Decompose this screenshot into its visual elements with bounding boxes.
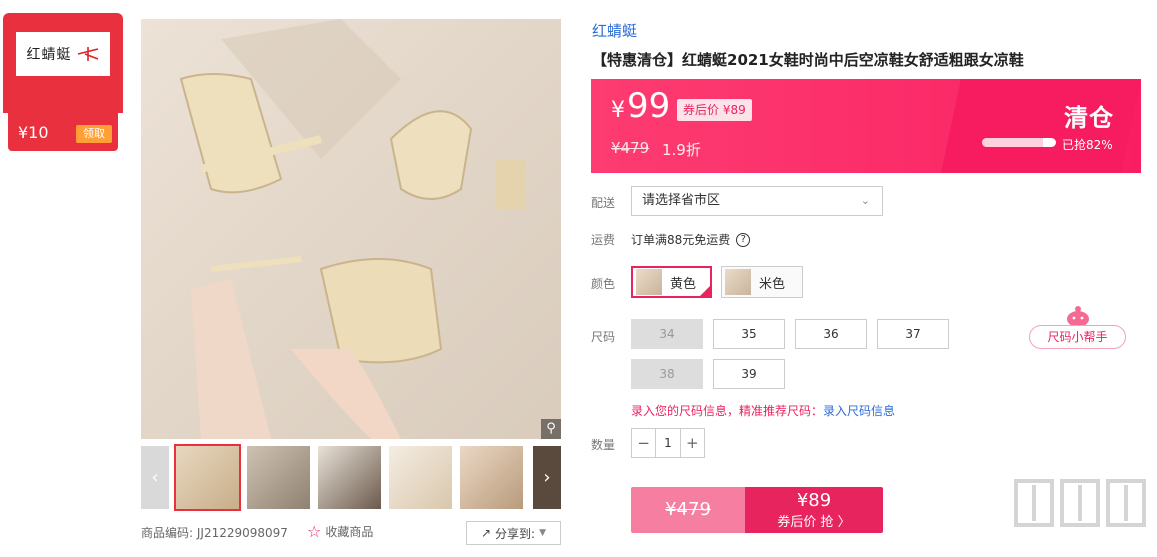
product-code-label: 商品编码: <box>141 526 194 540</box>
color-swatch <box>636 269 662 295</box>
thumbnail-item[interactable] <box>460 446 523 509</box>
plus-button[interactable]: + <box>681 429 704 457</box>
product-code-value: JJ21229098097 <box>196 526 288 540</box>
sold-percent-text: 已抢82% <box>1062 138 1113 152</box>
clearance-label: 清仓 <box>1064 104 1114 132</box>
product-title: 【特惠清仓】红蜻蜓2021女鞋时尚中后空凉鞋女舒适粗跟女凉鞋 <box>592 51 1024 69</box>
color-option-label: 米色 <box>759 276 786 292</box>
sold-progress-bar <box>982 138 1056 147</box>
share-icon: ↗ <box>480 526 492 540</box>
discount-rate: 1.9折 <box>662 141 701 159</box>
chevron-right-icon[interactable]: › <box>533 446 561 509</box>
magnifier-icon[interactable]: ⚲ <box>541 419 561 439</box>
after-coupon-tag: 券后价 ¥89 <box>677 99 752 121</box>
buy-action-label: 券后价 抢 〉 <box>777 515 851 530</box>
current-price-value: 99 <box>627 86 671 126</box>
current-price: ¥ 99 <box>611 86 670 126</box>
star-icon: ☆ <box>307 522 322 541</box>
coupon-badge: 红蜻蜓 ¥10 领取 <box>3 13 123 151</box>
color-option-beige[interactable]: 米色 <box>721 266 803 298</box>
size-option-36[interactable]: 36 <box>795 319 867 349</box>
thumbnail-item[interactable] <box>247 446 310 509</box>
quantity-stepper[interactable]: − 1 + <box>631 428 705 458</box>
thumbnail-item[interactable] <box>389 446 452 509</box>
color-label: 颜色 <box>591 277 616 291</box>
shipping-info: 订单满88元免运费 ? <box>631 231 751 248</box>
caret-down-icon: ▼ <box>539 528 547 538</box>
color-swatch <box>725 269 751 295</box>
share-button[interactable]: ↗ 分享到: ▼ <box>466 521 561 545</box>
dragonfly-icon <box>77 47 98 61</box>
shipping-text: 订单满88元免运费 <box>631 233 731 247</box>
color-option-yellow[interactable]: 黄色 ✓ <box>631 266 712 298</box>
region-select[interactable]: 请选择省市区 ⌄ <box>631 186 883 216</box>
coupon-amount: ¥10 <box>18 123 49 142</box>
currency-symbol: ¥ <box>611 98 625 123</box>
enter-size-link[interactable]: 录入尺码信息 <box>823 404 895 418</box>
size-option-34[interactable]: 34 <box>631 319 703 349</box>
chevron-down-icon: ⌄ <box>860 194 870 207</box>
thumbnail-item[interactable] <box>318 446 381 509</box>
watermark-logo <box>1014 479 1146 527</box>
size-option-37[interactable]: 37 <box>877 319 949 349</box>
help-icon[interactable]: ? <box>736 232 751 247</box>
size-label: 尺码 <box>591 330 616 344</box>
original-price-button[interactable]: ¥479 <box>631 487 745 533</box>
quantity-label: 数量 <box>591 438 616 452</box>
share-label: 分享到: <box>495 526 536 541</box>
sold-progress-fill <box>982 138 1043 147</box>
size-option-39[interactable]: 39 <box>713 359 785 389</box>
sandal-illustration <box>179 19 526 439</box>
minus-button[interactable]: − <box>632 429 655 457</box>
color-option-label: 黄色 <box>670 276 697 292</box>
collect-label: 收藏商品 <box>325 525 374 539</box>
size-info: 录入您的尺码信息，精准推荐尺码：录入尺码信息 <box>631 402 895 419</box>
size-info-text: 录入您的尺码信息，精准推荐尺码： <box>631 404 824 418</box>
main-product-image[interactable] <box>141 19 561 439</box>
buy-price: ¥89 <box>796 490 832 511</box>
collect-button[interactable]: ☆ 收藏商品 <box>307 522 373 541</box>
brand-link[interactable]: 红蜻蜓 <box>592 20 637 41</box>
brand-logo-text: 红蜻蜓 <box>26 47 72 63</box>
size-option-35[interactable]: 35 <box>713 319 785 349</box>
original-price: ¥479 <box>611 139 650 157</box>
size-helper-button[interactable]: 尺码小帮手 <box>1029 325 1126 349</box>
size-helper-mascot-icon <box>1067 306 1089 327</box>
coupon-footer: ¥10 领取 <box>8 113 118 151</box>
delivery-label: 配送 <box>591 196 616 210</box>
coupon-header: 红蜻蜓 <box>3 13 123 113</box>
brand-logo: 红蜻蜓 <box>16 32 110 76</box>
size-option-38[interactable]: 38 <box>631 359 703 389</box>
buy-coupon-button[interactable]: ¥89 券后价 抢 〉 <box>745 487 883 533</box>
region-select-placeholder: 请选择省市区 <box>642 193 721 208</box>
quantity-input[interactable]: 1 <box>655 429 681 457</box>
shipping-label: 运费 <box>591 233 616 247</box>
claim-coupon-button[interactable]: 领取 <box>76 125 112 143</box>
thumbnail-item[interactable] <box>174 444 241 511</box>
product-code: 商品编码: JJ21229098097 <box>141 524 288 541</box>
chevron-left-icon[interactable]: ‹ <box>141 446 169 509</box>
checkmark-icon: ✓ <box>701 286 709 296</box>
